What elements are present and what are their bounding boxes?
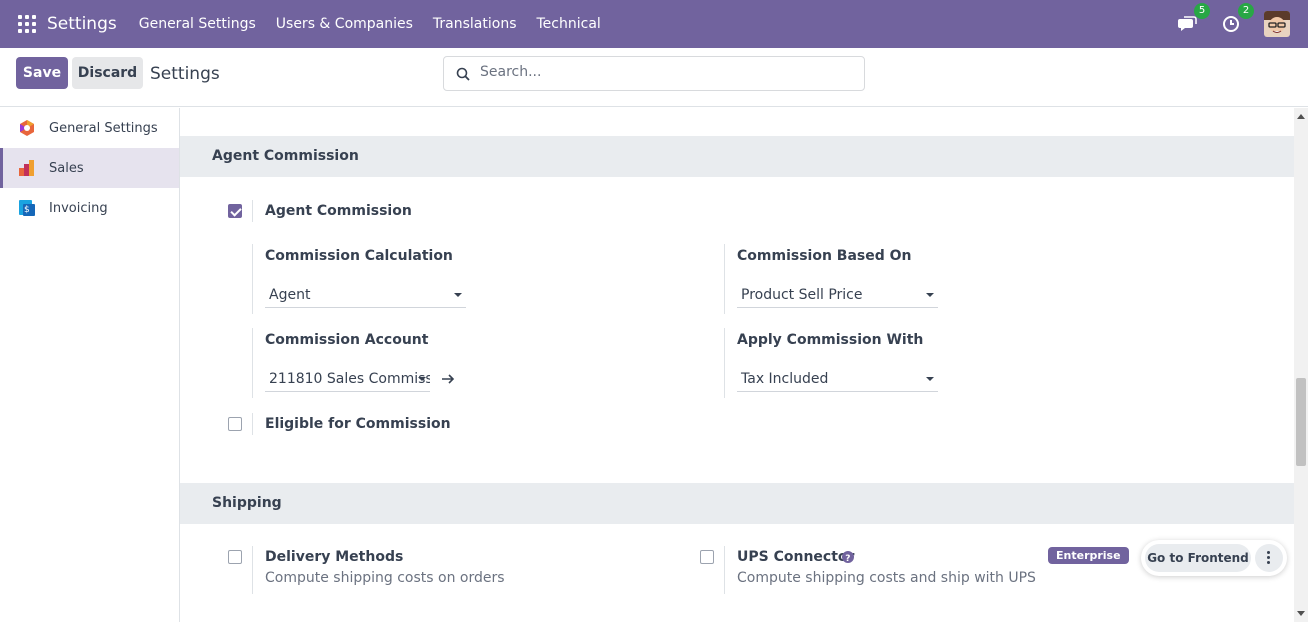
more-options-icon[interactable]	[1255, 544, 1283, 572]
activity-clock-icon[interactable]: 2	[1220, 3, 1254, 35]
divider	[252, 200, 253, 222]
agent-commission-label: Agent Commission	[265, 203, 412, 219]
eligible-commission-label: Eligible for Commission	[265, 416, 451, 432]
divider	[252, 328, 253, 398]
discard-button[interactable]: Discard	[72, 57, 143, 89]
apply-commission-value: Tax Included	[741, 371, 829, 387]
sidebar-item-general-settings[interactable]: General Settings	[0, 108, 179, 148]
sidebar-item-label: Sales	[49, 160, 84, 176]
scroll-down-arrow-icon[interactable]	[1297, 611, 1305, 616]
divider	[724, 244, 725, 314]
apps-menu-icon[interactable]	[18, 15, 36, 33]
general-settings-icon	[20, 120, 34, 136]
ups-connector-label: UPS Connector	[737, 549, 855, 565]
chevron-down-icon	[418, 377, 426, 381]
breadcrumb: Settings	[150, 64, 220, 84]
save-button[interactable]: Save	[16, 57, 68, 89]
chevron-down-icon	[926, 293, 934, 297]
divider	[724, 328, 725, 398]
activity-count-badge: 2	[1238, 3, 1254, 19]
commission-calculation-select[interactable]: Agent	[265, 282, 466, 308]
settings-main: Agent Commission Agent Commission Commis…	[180, 108, 1294, 622]
arrow-right-icon[interactable]	[441, 373, 455, 385]
sidebar-item-label: Invoicing	[49, 200, 108, 216]
commission-calculation-label: Commission Calculation	[265, 248, 453, 264]
messages-count-badge: 5	[1194, 3, 1210, 19]
search-icon	[456, 67, 470, 81]
search-box[interactable]	[443, 56, 865, 91]
sales-icon	[19, 160, 34, 176]
svg-text:$: $	[24, 205, 30, 215]
help-icon[interactable]: ?	[842, 551, 854, 563]
enterprise-badge: Enterprise	[1048, 547, 1129, 564]
search-input[interactable]	[480, 64, 850, 80]
frontend-toolbar: Go to Frontend	[1141, 540, 1287, 576]
svg-text:?: ?	[845, 554, 850, 563]
menu-users-companies[interactable]: Users & Companies	[266, 16, 423, 32]
menu-general-settings[interactable]: General Settings	[129, 16, 266, 32]
settings-sidebar: General Settings Sales $ Invoicing	[0, 108, 180, 622]
divider	[252, 413, 253, 435]
divider	[724, 546, 725, 594]
commission-account-value: 211810 Sales Commissi	[269, 371, 430, 387]
commission-calculation-value: Agent	[269, 287, 311, 303]
agent-commission-checkbox[interactable]	[228, 204, 242, 218]
delivery-methods-checkbox[interactable]	[228, 550, 242, 564]
menu-technical[interactable]: Technical	[527, 16, 611, 32]
chevron-down-icon	[454, 293, 462, 297]
sidebar-item-invoicing[interactable]: $ Invoicing	[0, 188, 179, 228]
main-scrollbar[interactable]	[1294, 108, 1308, 622]
ups-connector-checkbox[interactable]	[700, 550, 714, 564]
chevron-down-icon	[926, 377, 934, 381]
invoicing-icon: $	[19, 200, 35, 216]
user-avatar[interactable]	[1264, 11, 1290, 37]
go-to-frontend-button[interactable]: Go to Frontend	[1145, 544, 1251, 572]
delivery-methods-description: Compute shipping costs on orders	[265, 570, 505, 586]
commission-based-on-label: Commission Based On	[737, 248, 912, 264]
apply-commission-select[interactable]: Tax Included	[737, 366, 938, 392]
menu-translations[interactable]: Translations	[423, 16, 527, 32]
messages-icon[interactable]: 5	[1176, 3, 1210, 35]
ups-connector-description: Compute shipping costs and ship with UPS	[737, 570, 1036, 586]
sidebar-item-sales[interactable]: Sales	[0, 148, 179, 188]
control-panel: Save Discard Settings	[0, 48, 1308, 107]
divider	[252, 244, 253, 314]
divider	[252, 546, 253, 594]
eligible-commission-checkbox[interactable]	[228, 417, 242, 431]
commission-account-select[interactable]: 211810 Sales Commissi	[265, 366, 430, 392]
app-title[interactable]: Settings	[47, 14, 117, 34]
scroll-thumb[interactable]	[1296, 378, 1306, 466]
delivery-methods-label: Delivery Methods	[265, 549, 404, 565]
commission-based-on-select[interactable]: Product Sell Price	[737, 282, 938, 308]
commission-based-on-value: Product Sell Price	[741, 287, 863, 303]
commission-account-label: Commission Account	[265, 332, 429, 348]
sidebar-item-label: General Settings	[49, 120, 158, 136]
section-title-agent-commission: Agent Commission	[180, 136, 1294, 177]
section-title-shipping: Shipping	[180, 483, 1294, 524]
scroll-up-arrow-icon[interactable]	[1297, 114, 1305, 119]
top-navbar: Settings General Settings Users & Compan…	[0, 0, 1308, 48]
apply-commission-label: Apply Commission With	[737, 332, 924, 348]
